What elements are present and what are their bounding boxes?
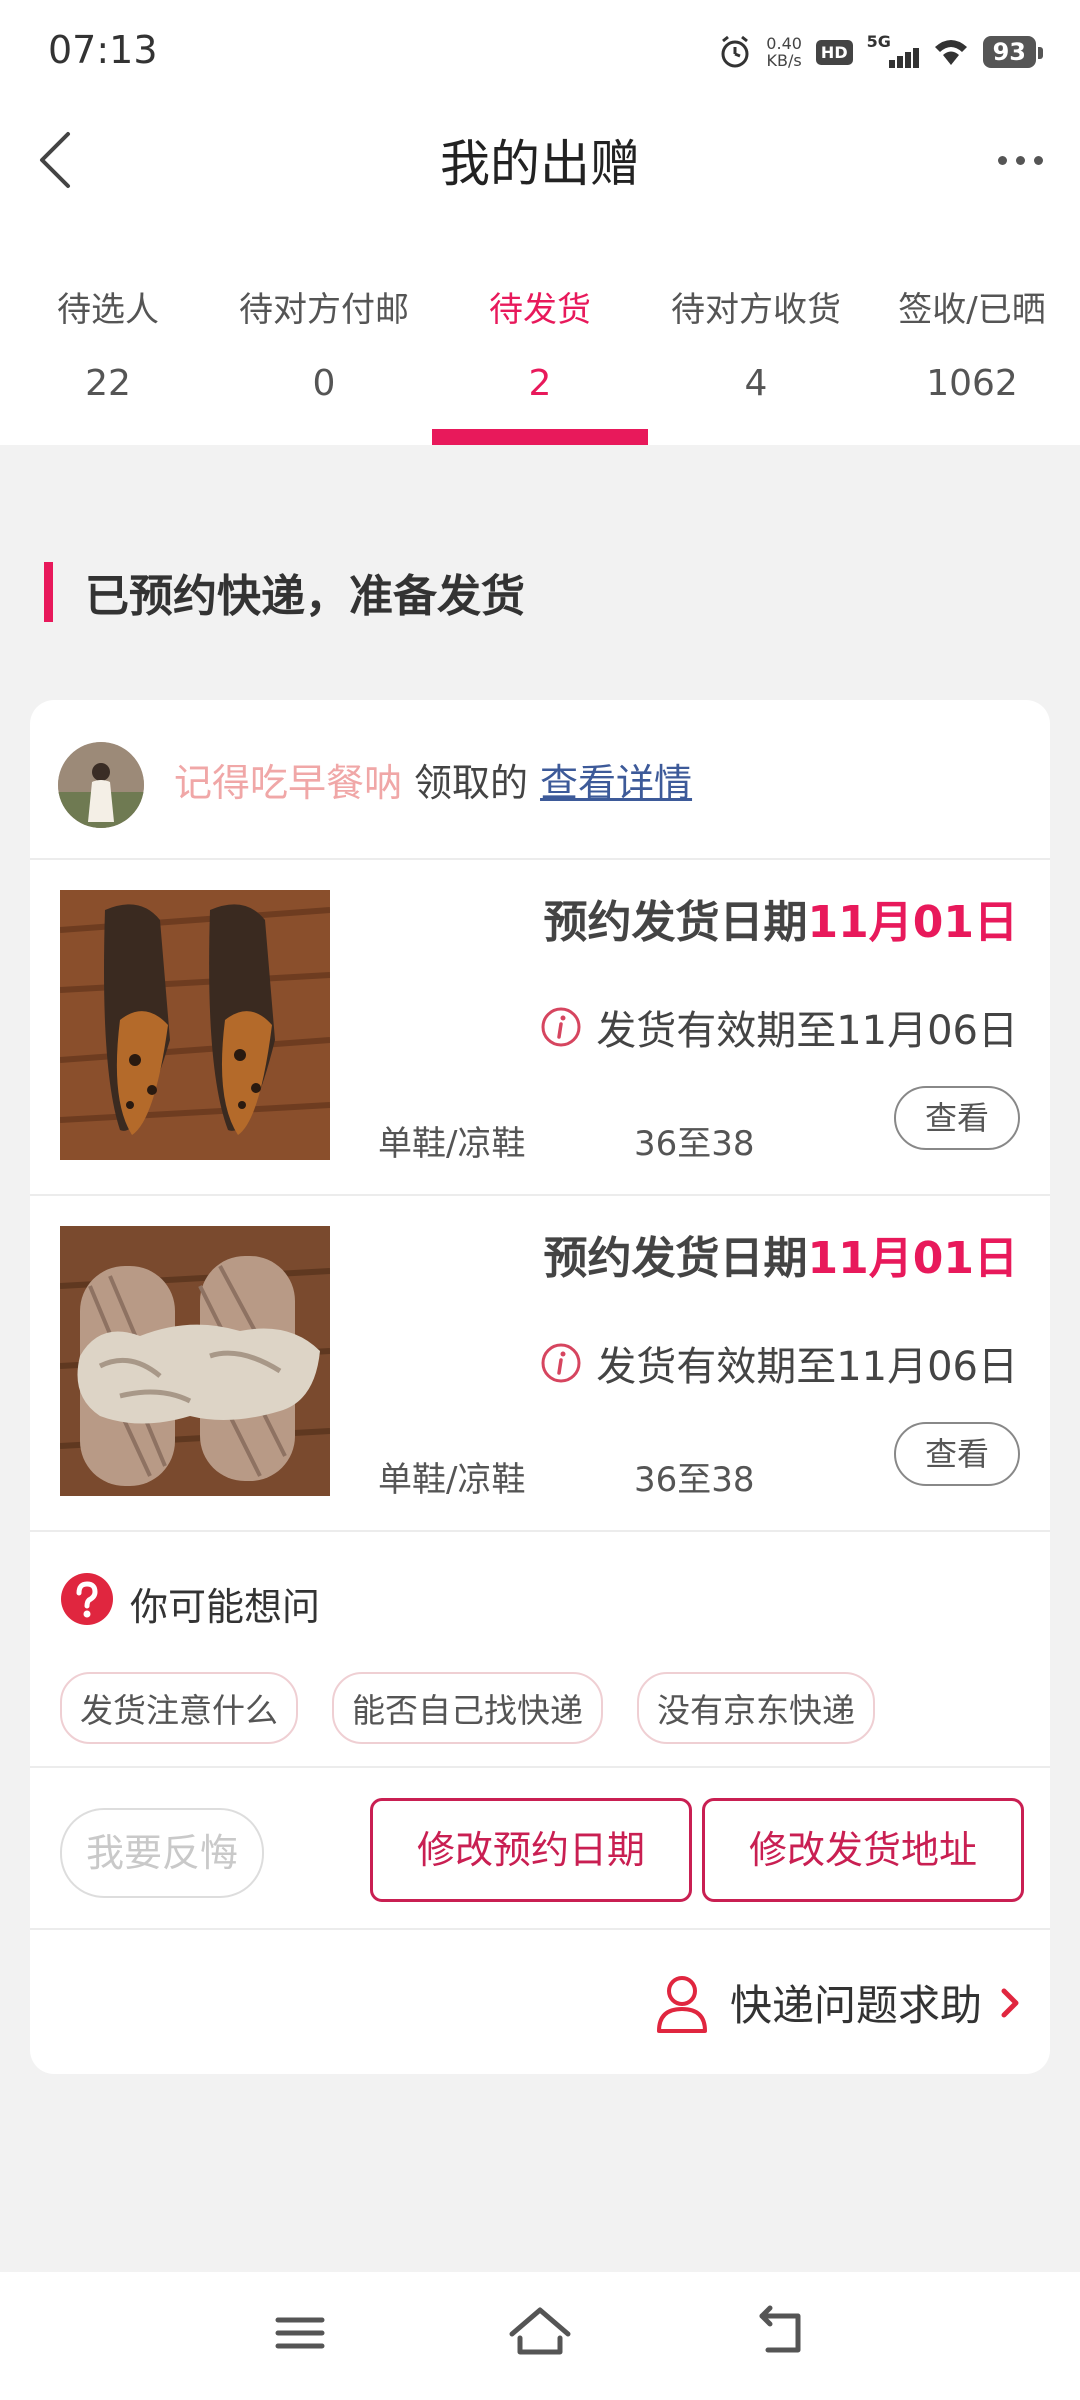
help-row: 快递问题求助 [30,1930,1050,2074]
product-image[interactable] [60,1226,330,1496]
view-button[interactable]: 查看 [894,1422,1020,1486]
tab-count: 2 [528,363,552,404]
status-tabs: 待选人 22 待对方付邮 0 待发货 2 待对方收货 4 签收/已晒 1062 [0,250,1080,445]
change-address-button[interactable]: 修改发货地址 [702,1798,1024,1902]
status-icons: 0.40 KB/s HD 5G 93 [718,30,1044,74]
section-title: 已预约快递，准备发货 [85,571,525,622]
tab-label: 待对方收货 [671,290,841,330]
tab-count: 22 [85,363,131,404]
faq-chip[interactable]: 没有京东快递 [637,1672,875,1744]
battery-indicator: 93 [982,36,1044,68]
question-icon [61,1573,113,1625]
system-back-button[interactable] [740,2298,820,2368]
recipient-row: 记得吃早餐呐 领取的 查看详情 [30,700,1050,858]
divider [30,1530,1050,1532]
tab-received[interactable]: 签收/已晒 1062 [864,250,1080,445]
faq-section: 你可能想问 发货注意什么 能否自己找快递 没有京东快递 [30,1534,1050,1766]
more-icon [997,155,1007,165]
recipient-name[interactable]: 记得吃早餐呐 [174,761,402,805]
tab-pending-shipment[interactable]: 待发货 2 [432,250,648,445]
faq-chip[interactable]: 发货注意什么 [60,1672,298,1744]
faq-chips: 发货注意什么 能否自己找快递 没有京东快递 [60,1672,875,1744]
claimed-text: 领取的 [414,761,529,805]
ship-date-value: 11月01日 [807,1233,1018,1284]
validity-text: 发货有效期至11月06日 [596,1008,1018,1054]
delivery-help-link[interactable]: 快递问题求助 [654,1972,1024,2033]
signal-indicator: 5G [866,32,919,70]
list-item: 预约发货日期11月01日 发货有效期至11月06日 单鞋/凉鞋 36至38 查看 [30,1196,1050,1531]
home-icon [509,2307,571,2355]
ship-validity: 发货有效期至11月06日 [540,998,1018,1056]
more-button[interactable] [980,130,1060,190]
alarm-icon [721,35,749,68]
ship-date-label: 预约发货日期 [543,897,808,948]
tab-label: 待对方付邮 [239,290,409,330]
faq-title: 你可能想问 [130,1585,321,1629]
view-details-link[interactable]: 查看详情 [540,761,692,805]
item-category: 单鞋/凉鞋 [378,1124,526,1164]
item-size: 36至38 [634,1124,755,1164]
section-heading: 已预约快递，准备发货 [44,562,525,622]
faq-chip[interactable]: 能否自己找快递 [332,1672,603,1744]
wifi-icon [934,40,967,65]
ship-date-label: 预约发货日期 [543,1233,808,1284]
view-button[interactable]: 查看 [894,1086,1020,1150]
status-time: 07:13 [48,28,158,72]
header: 我的出赠 [0,100,1080,250]
list-item: 预约发货日期11月01日 发货有效期至11月06日 单鞋/凉鞋 36至38 查看 [30,860,1050,1195]
avatar[interactable] [58,742,144,828]
return-icon [759,2305,801,2353]
tab-count: 1062 [926,363,1018,404]
product-image[interactable] [60,890,330,1160]
status-bar: 07:13 0.40 KB/s HD 5G 93 [0,0,1080,100]
hd-badge: HD [815,39,853,65]
item-size: 36至38 [634,1460,755,1500]
scheduled-ship-date: 预约发货日期11月01日 [544,886,1018,950]
page-title: 我的出赠 [440,135,640,193]
info-icon [541,1343,581,1383]
home-button[interactable] [500,2298,580,2368]
net-speed: 0.40 KB/s [766,35,802,69]
tab-pending-receipt[interactable]: 待对方收货 4 [648,250,864,445]
ship-validity: 发货有效期至11月06日 [540,1334,1018,1392]
net-speed-value: 0.40 [766,34,802,53]
tab-label: 待发货 [489,290,591,330]
order-card: 记得吃早餐呐 领取的 查看详情 预约发货日期11月01日 发货有效期至11月06… [30,700,1050,2074]
recent-apps-button[interactable] [260,2298,340,2368]
net-speed-unit: KB/s [766,51,802,70]
tab-label: 待选人 [57,290,159,330]
regret-button[interactable]: 我要反悔 [60,1808,264,1898]
info-icon [541,1007,581,1047]
network-type: 5G [866,32,891,51]
tab-count: 4 [744,363,768,404]
tab-count: 0 [312,363,336,404]
person-icon [656,1975,707,2033]
page: 07:13 0.40 KB/s HD 5G 93 我的出赠 待选人 22 待对方… [0,0,1080,2400]
recipient-text: 记得吃早餐呐 领取的 查看详情 [174,752,692,807]
menu-icon [275,2317,325,2349]
tab-pending-postage[interactable]: 待对方付邮 0 [216,250,432,445]
tab-pending-select[interactable]: 待选人 22 [0,250,216,445]
chevron-right-icon [1001,1988,1019,2017]
item-category: 单鞋/凉鞋 [378,1460,526,1500]
system-nav-bar [0,2272,1080,2400]
scheduled-ship-date: 预约发货日期11月01日 [544,1222,1018,1286]
tab-label: 签收/已晒 [898,290,1046,330]
action-bar: 我要反悔 修改预约日期 修改发货地址 [30,1768,1050,1928]
change-date-button[interactable]: 修改预约日期 [370,1798,692,1902]
help-label: 快递问题求助 [729,1981,982,2030]
section-accent-bar [44,562,53,622]
validity-text: 发货有效期至11月06日 [596,1344,1018,1390]
ship-date-value: 11月01日 [807,897,1018,948]
